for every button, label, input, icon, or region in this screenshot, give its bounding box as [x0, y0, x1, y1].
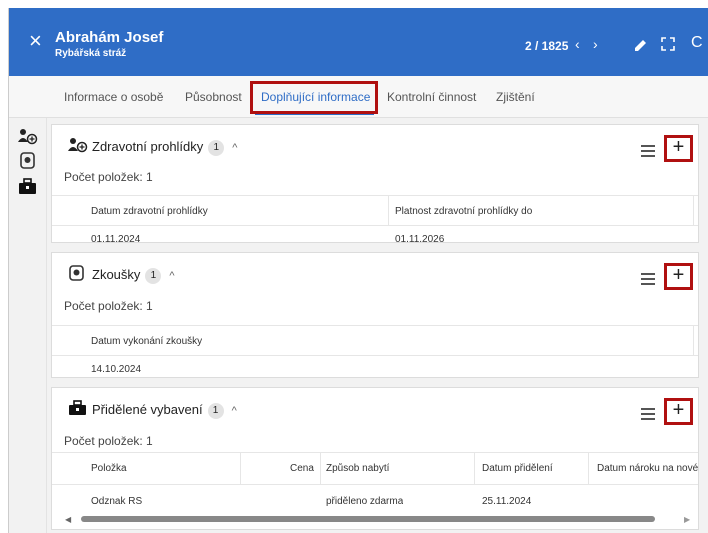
- equipment-card: Přidělené vybavení 1 ^ + Počet položek: 1 …: [51, 387, 699, 530]
- column-header[interactable]: Datum nároku na nové: [597, 463, 698, 474]
- tab-kontrolni-cinnost[interactable]: Kontrolní činnost: [387, 90, 476, 104]
- column-header[interactable]: Platnost zdravotní prohlídky do: [395, 206, 532, 217]
- refresh-icon[interactable]: C: [691, 34, 703, 52]
- section-title: Zkoušky 1 ^: [92, 267, 175, 284]
- table-cell: 01.11.2026: [395, 234, 445, 245]
- table-cell: 25.11.2024: [482, 496, 532, 507]
- section-title-text: Přidělené vybavení: [92, 402, 203, 417]
- table-row[interactable]: Odznak RS přiděleno zdarma 25.11.2024: [52, 484, 698, 512]
- collapse-icon[interactable]: ^: [232, 405, 237, 417]
- record-pager: 2 / 1825: [525, 39, 569, 53]
- column-header[interactable]: Datum přidělení: [482, 463, 553, 474]
- count-badge: 1: [145, 268, 162, 284]
- edit-pencil-icon[interactable]: [634, 38, 648, 57]
- list-view-icon[interactable]: [641, 145, 655, 160]
- column-header[interactable]: Datum vykonání zkoušky: [91, 336, 202, 347]
- list-view-icon[interactable]: [641, 273, 655, 288]
- count-badge: 1: [207, 403, 224, 419]
- exams-card: Zkoušky 1 ^ + Počet položek: 1 Datum vykon…: [51, 252, 699, 378]
- detail-header: × Abrahám Josef Rybářská stráž 2 / 1825 …: [9, 8, 708, 76]
- scrollbar-thumb[interactable]: [81, 516, 655, 522]
- section-title: Přidělené vybavení 1 ^: [92, 402, 237, 419]
- toolbox-icon[interactable]: [18, 178, 38, 196]
- next-record-icon[interactable]: ›: [593, 36, 598, 52]
- collapse-icon[interactable]: ^: [169, 270, 174, 282]
- table-cell: 14.10.2024: [91, 364, 142, 375]
- column-header[interactable]: Cena: [290, 463, 314, 474]
- medical-person-icon[interactable]: [18, 128, 38, 146]
- toolbox-icon: [68, 400, 86, 416]
- section-rail: [9, 118, 47, 533]
- close-icon[interactable]: ×: [29, 30, 42, 52]
- table-row[interactable]: 14.10.2024: [52, 355, 698, 379]
- scroll-right-icon[interactable]: ▶: [684, 515, 690, 524]
- column-header[interactable]: Způsob nabytí: [326, 463, 389, 474]
- table-header: Datum vykonání zkoušky: [52, 325, 698, 355]
- tab-pusobnost[interactable]: Působnost: [185, 90, 242, 104]
- scroll-left-icon[interactable]: ◀: [65, 515, 71, 524]
- detail-panel: × Abrahám Josef Rybářská stráž 2 / 1825 …: [8, 8, 708, 533]
- item-count: Počet položek: 1: [64, 434, 153, 448]
- fullscreen-icon[interactable]: [661, 37, 675, 54]
- tab-bar: Informace o osobě Působnost Doplňující i…: [9, 76, 708, 118]
- horizontal-scrollbar[interactable]: ◀ ▶: [59, 513, 699, 525]
- add-exam-button[interactable]: +: [664, 263, 693, 290]
- test-badge-icon: [68, 265, 86, 281]
- list-view-icon[interactable]: [641, 408, 655, 423]
- health-checks-card: Zdravotní prohlídky 1 ^ + Počet položek: 1…: [51, 124, 699, 245]
- item-count: Počet položek: 1: [64, 170, 153, 184]
- previous-record-icon[interactable]: ‹: [575, 36, 580, 52]
- person-subtitle: Rybářská stráž: [55, 48, 127, 59]
- active-tab-highlight: [250, 81, 378, 114]
- column-header[interactable]: Položka: [91, 463, 127, 474]
- table-header: Položka Cena Způsob nabytí Datum přiděle…: [52, 452, 698, 484]
- person-name: Abrahám Josef: [55, 29, 164, 46]
- test-badge-icon[interactable]: [18, 152, 38, 170]
- table-cell: Odznak RS: [91, 496, 143, 507]
- collapse-icon[interactable]: ^: [232, 142, 237, 154]
- add-health-check-button[interactable]: +: [664, 135, 693, 162]
- table-cell: 01.11.2024: [91, 234, 141, 245]
- item-count: Počet položek: 1: [64, 299, 153, 313]
- add-equipment-button[interactable]: +: [664, 398, 693, 425]
- table-cell: přiděleno zdarma: [326, 496, 404, 507]
- table-row[interactable]: 01.11.2024 01.11.2026: [52, 225, 698, 245]
- section-title-text: Zdravotní prohlídky: [92, 139, 204, 154]
- column-header[interactable]: Datum zdravotní prohlídky: [91, 206, 208, 217]
- section-title-text: Zkoušky: [92, 267, 141, 282]
- table-header: Datum zdravotní prohlídky Platnost zdrav…: [52, 195, 698, 225]
- tab-informace-o-osobe[interactable]: Informace o osobě: [64, 90, 163, 104]
- section-title: Zdravotní prohlídky 1 ^: [92, 139, 237, 156]
- medical-person-icon: [68, 137, 88, 153]
- tab-zjisteni[interactable]: Zjištění: [496, 90, 535, 104]
- count-badge: 1: [208, 140, 225, 156]
